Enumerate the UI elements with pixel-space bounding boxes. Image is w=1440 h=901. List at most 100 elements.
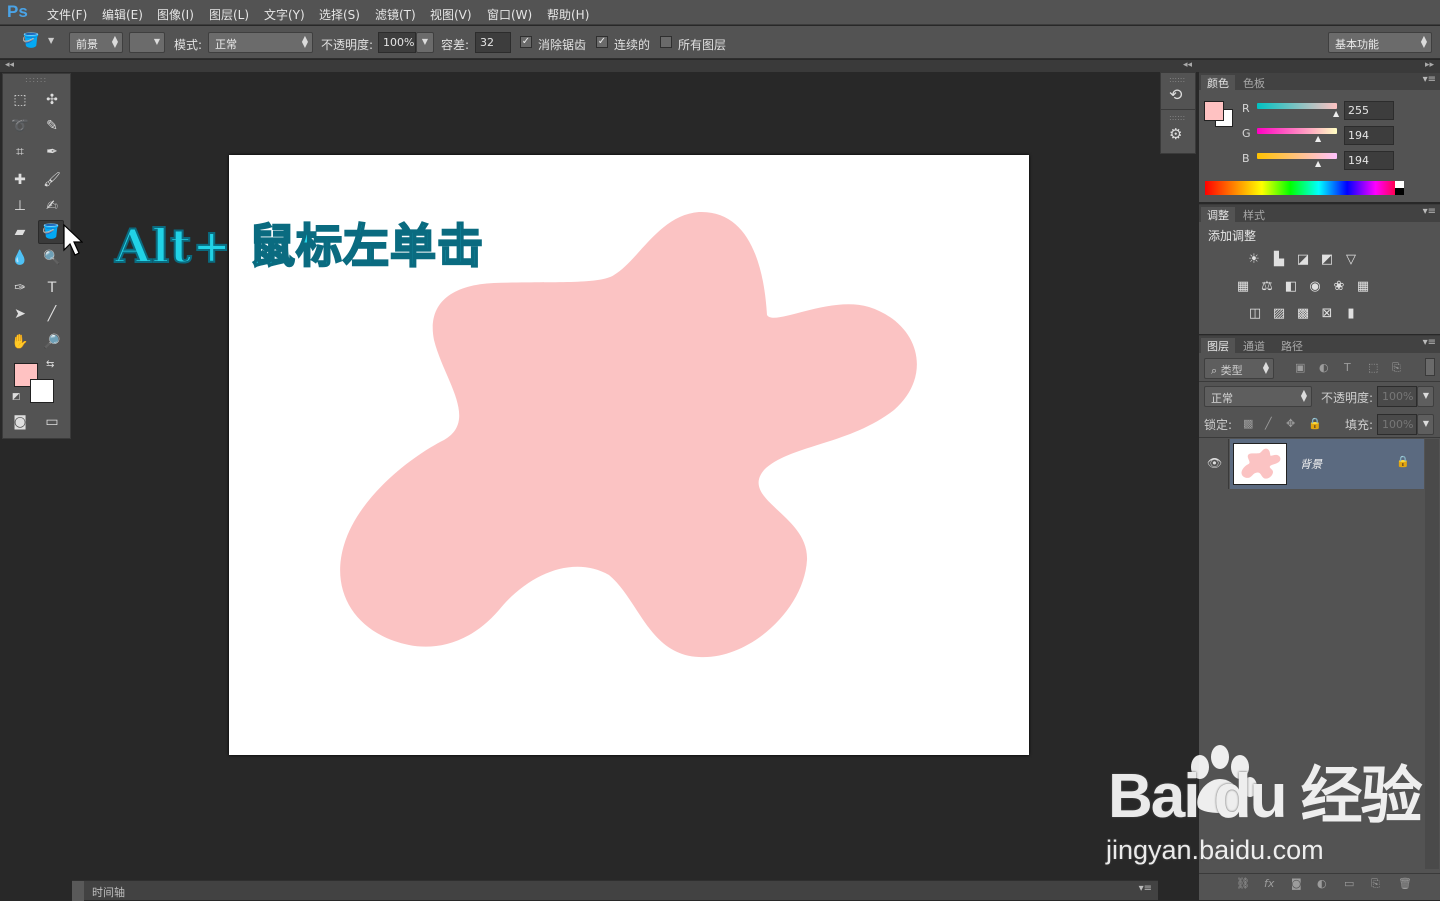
vibrance-icon[interactable]: ▽ (1342, 252, 1360, 268)
panel-menu-icon[interactable]: ▾≡ (1423, 74, 1436, 85)
new-adjustment-layer-icon[interactable]: ◐ (1317, 877, 1327, 890)
quick-mask-icon[interactable]: ◙ (7, 410, 33, 434)
color-panel-foreground-swatch[interactable] (1204, 101, 1224, 121)
menu-view[interactable]: 视图(V) (430, 6, 472, 23)
collapse-left-icon[interactable]: ◂◂ (5, 60, 14, 70)
channel-g-slider[interactable] (1257, 128, 1337, 134)
color-spectrum-bar[interactable] (1205, 181, 1404, 195)
filter-adjustment-icon[interactable]: ◐ (1319, 361, 1329, 374)
spectrum-black-chip[interactable] (1395, 188, 1404, 195)
contiguous-checkbox[interactable]: ✓ (596, 36, 608, 48)
panel-menu-icon[interactable]: ▾≡ (1423, 337, 1436, 348)
lock-pixels-icon[interactable]: ╱ (1265, 417, 1272, 430)
timeline-tab[interactable]: 时间轴 (92, 884, 125, 900)
paint-bucket-tool-icon[interactable]: 🪣 (38, 220, 64, 244)
hue-saturation-icon[interactable]: ▦ (1234, 279, 1252, 295)
menu-help[interactable]: 帮助(H) (547, 6, 589, 23)
channel-mixer-icon[interactable]: ❀ (1330, 279, 1348, 295)
tolerance-input[interactable]: 32 (475, 32, 511, 53)
levels-icon[interactable]: ▙ (1270, 252, 1288, 268)
zoom-tool-icon[interactable]: 🔎 (39, 330, 65, 354)
tab-layers[interactable]: 图层 (1201, 338, 1235, 353)
marquee-tool-icon[interactable]: ⬚ (7, 88, 33, 112)
panel-menu-icon[interactable]: ▾≡ (1423, 206, 1436, 217)
posterize-icon[interactable]: ▨ (1270, 306, 1288, 322)
antialias-checkbox[interactable]: ✓ (520, 36, 532, 48)
layer-style-icon[interactable]: fx (1264, 877, 1274, 890)
move-tool-icon[interactable]: ✣ (39, 88, 65, 112)
tab-swatches[interactable]: 色板 (1243, 75, 1265, 91)
hand-tool-icon[interactable]: ✋ (7, 330, 33, 354)
timeline-grip[interactable] (72, 881, 84, 901)
channel-g-input[interactable]: 194 (1344, 126, 1394, 145)
properties-panel-icon[interactable]: ⚙ (1169, 125, 1182, 143)
dock-grip[interactable]: :::::: (1169, 75, 1185, 84)
panel-menu-icon[interactable]: ▾≡ (1139, 883, 1152, 894)
blend-mode-select[interactable]: 正常 ▲ ▼ (1204, 386, 1312, 407)
slider-handle-icon[interactable]: ▲ (1315, 134, 1321, 143)
eyedropper-tool-icon[interactable]: ✒ (39, 140, 65, 164)
exposure-icon[interactable]: ◩ (1318, 252, 1336, 268)
layer-row-background[interactable]: 背景 🔒 (1230, 439, 1424, 489)
background-color-swatch[interactable] (30, 379, 54, 403)
filter-shape-icon[interactable]: ⬚ (1368, 361, 1378, 374)
filter-type-icon[interactable]: T (1344, 361, 1351, 374)
all-layers-checkbox[interactable] (660, 36, 672, 48)
collapse-right-icon[interactable]: ▸▸ (1425, 60, 1434, 70)
black-white-icon[interactable]: ◧ (1282, 279, 1300, 295)
menu-filter[interactable]: 滤镜(T) (375, 6, 416, 23)
channel-b-slider[interactable] (1257, 153, 1337, 159)
link-layers-icon[interactable]: ⛓ (1236, 877, 1250, 890)
workspace-select[interactable]: 基本功能 ▲ ▼ (1328, 32, 1432, 53)
lock-position-icon[interactable]: ✥ (1286, 417, 1295, 430)
eye-icon[interactable]: 👁 (1207, 456, 1222, 470)
default-colors-icon[interactable]: ◩ (12, 392, 21, 402)
layers-scrollbar[interactable] (1425, 439, 1439, 869)
lasso-tool-icon[interactable]: ➰ (7, 114, 33, 138)
color-lookup-icon[interactable]: ▦ (1354, 279, 1372, 295)
filter-pixel-icon[interactable]: ▣ (1295, 361, 1305, 374)
tab-adjustments[interactable]: 调整 (1201, 207, 1235, 222)
menu-window[interactable]: 窗口(W) (487, 6, 532, 23)
preset-chevron-down-icon[interactable]: ▼ (48, 36, 54, 45)
brush-tool-icon[interactable]: 🖌 (39, 168, 65, 192)
path-select-tool-icon[interactable]: ➤ (7, 302, 33, 326)
fill-source-select[interactable]: 前景 ▲ ▼ (69, 32, 123, 53)
menu-image[interactable]: 图像(I) (157, 6, 194, 23)
channel-r-input[interactable]: 255 (1344, 101, 1394, 120)
invert-icon[interactable]: ◫ (1246, 306, 1264, 322)
history-panel-icon[interactable]: ⟲ (1169, 85, 1182, 104)
slider-handle-icon[interactable]: ▲ (1333, 109, 1339, 118)
menu-layer[interactable]: 图层(L) (209, 6, 249, 23)
fill-dropdown[interactable]: ▼ (1417, 414, 1434, 435)
color-balance-icon[interactable]: ⚖ (1258, 279, 1276, 295)
filter-toggle[interactable] (1425, 358, 1435, 376)
channel-b-input[interactable]: 194 (1344, 151, 1394, 170)
eraser-tool-icon[interactable]: ▰ (7, 220, 33, 244)
tab-styles[interactable]: 样式 (1243, 207, 1265, 223)
pen-tool-icon[interactable]: ✑ (7, 276, 33, 300)
layer-filter-select[interactable]: ⌕ 类型 ▲ ▼ (1204, 358, 1274, 379)
collapse-dock-icon[interactable]: ◂◂ (1183, 60, 1192, 70)
mode-select[interactable]: 正常 ▲ ▼ (208, 32, 313, 53)
tab-channels[interactable]: 通道 (1243, 338, 1265, 354)
quick-select-tool-icon[interactable]: ✎ (39, 114, 65, 138)
screen-mode-icon[interactable]: ▭ (39, 410, 65, 434)
slider-handle-icon[interactable]: ▲ (1315, 159, 1321, 168)
pattern-picker[interactable]: ▼ (129, 32, 165, 53)
selective-color-icon[interactable]: ⊠ (1318, 306, 1336, 322)
fill-input[interactable]: 100% (1377, 414, 1417, 435)
layer-name[interactable]: 背景 (1300, 456, 1322, 472)
line-tool-icon[interactable]: ╱ (39, 302, 65, 326)
lock-transparency-icon[interactable]: ▩ (1243, 417, 1253, 430)
filter-smart-object-icon[interactable]: ⎘ (1392, 361, 1401, 375)
menu-file[interactable]: 文件(F) (47, 6, 87, 23)
menu-edit[interactable]: 编辑(E) (102, 6, 143, 23)
history-brush-tool-icon[interactable]: ✍ (39, 194, 65, 218)
menu-select[interactable]: 选择(S) (319, 6, 360, 23)
clone-stamp-tool-icon[interactable]: ⊥ (7, 194, 33, 218)
tab-color[interactable]: 颜色 (1201, 75, 1235, 90)
dock-grip[interactable]: :::::: (1169, 113, 1185, 122)
add-mask-icon[interactable]: ◙ (1291, 877, 1302, 890)
toolbox-grip[interactable]: :::::: (25, 75, 47, 84)
